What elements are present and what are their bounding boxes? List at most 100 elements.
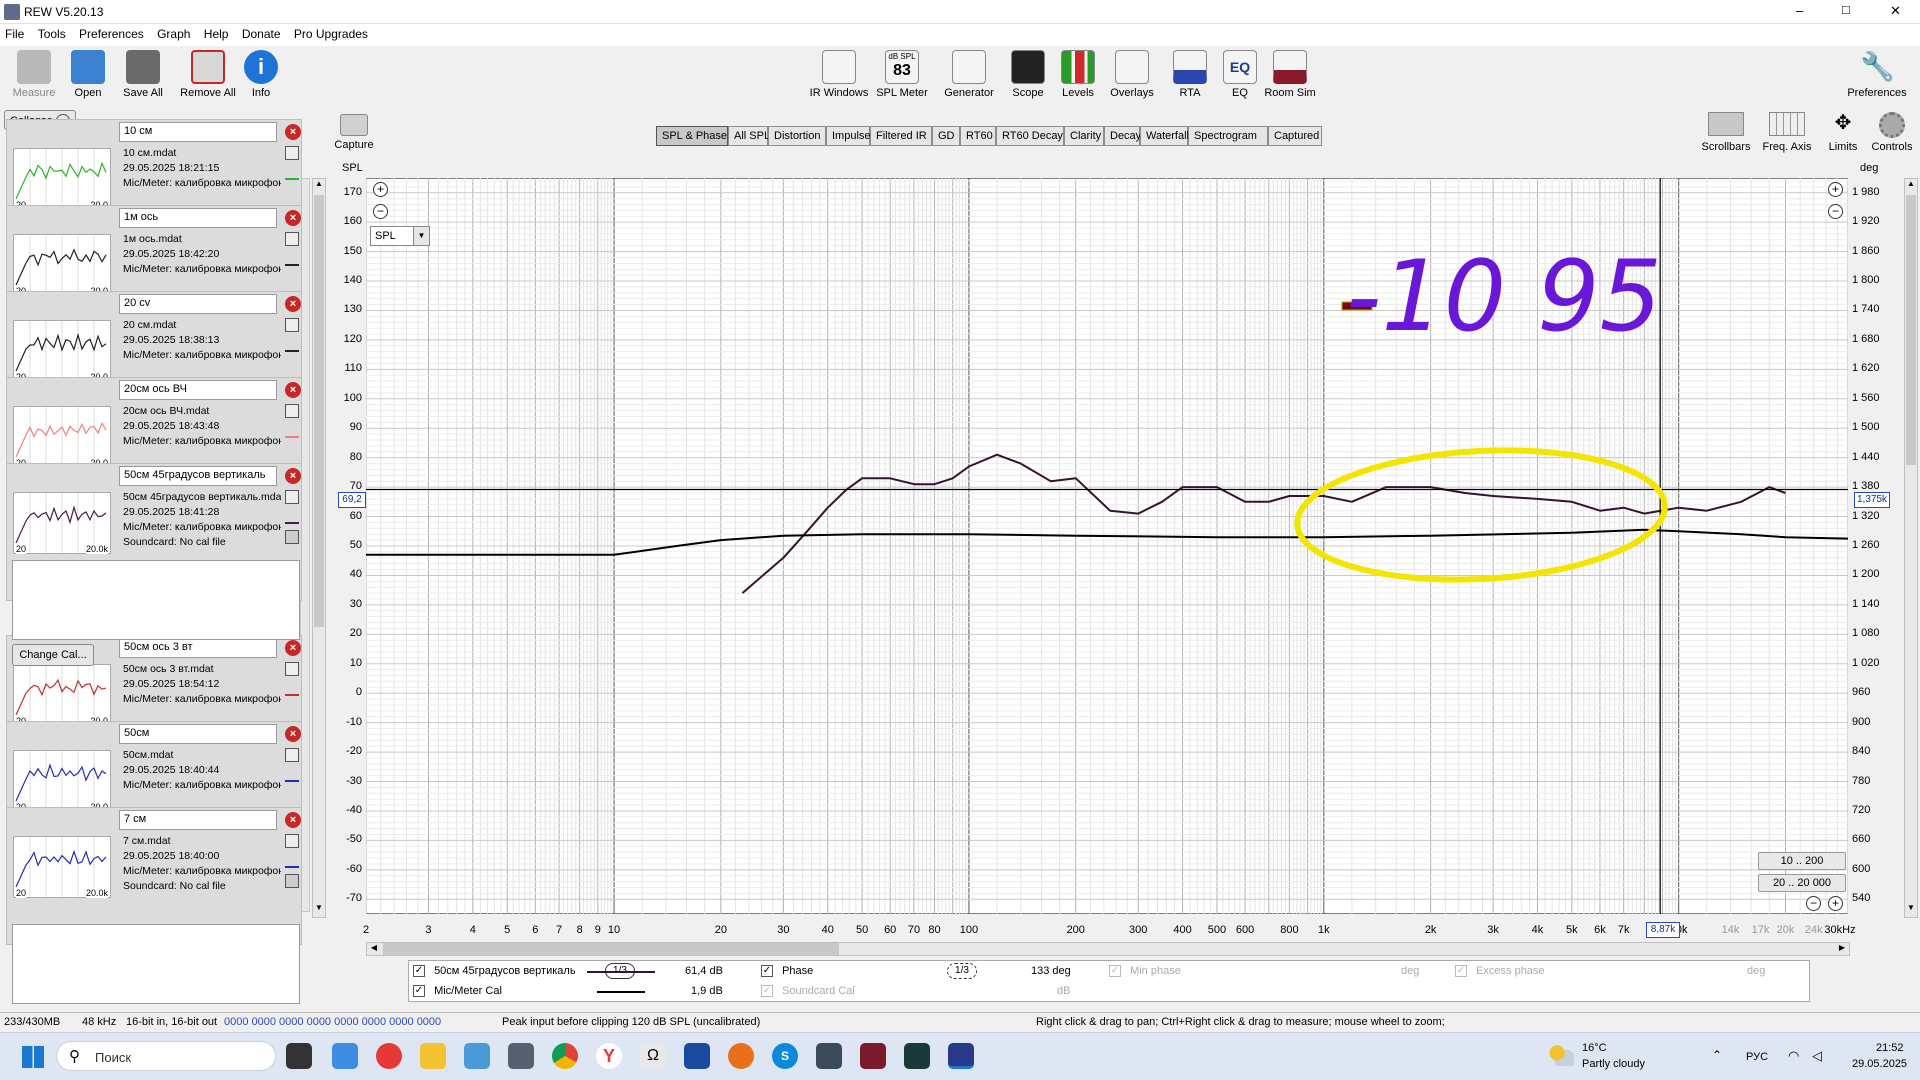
scroll-up-icon[interactable]: ▲ bbox=[313, 179, 325, 193]
clock-time[interactable]: 21:52 bbox=[1876, 1042, 1904, 1054]
measurement-settings-icon[interactable] bbox=[285, 748, 299, 762]
yandex-browser-icon[interactable] bbox=[376, 1043, 402, 1069]
task-view-icon[interactable] bbox=[286, 1043, 312, 1069]
character-map-icon[interactable]: Ω bbox=[640, 1043, 666, 1069]
tab-all-spl[interactable]: All SPL bbox=[728, 126, 770, 146]
right-vertical-scrollbar[interactable]: ▲ ▼ bbox=[1904, 178, 1918, 918]
measurement-settings-icon[interactable] bbox=[285, 834, 299, 848]
cal-file-icon[interactable] bbox=[285, 874, 299, 888]
skype-icon[interactable]: S bbox=[772, 1043, 798, 1069]
file-explorer-icon[interactable] bbox=[420, 1043, 446, 1069]
measurement-thumbnail[interactable]: 20 20.0k bbox=[13, 492, 111, 554]
min-phase-checkbox[interactable]: ✓ bbox=[1109, 965, 1121, 978]
scroll-right-icon[interactable]: ▶ bbox=[1835, 943, 1849, 955]
zoom-in-y-right-icon[interactable]: + bbox=[1828, 182, 1843, 197]
line-style-icon[interactable] bbox=[285, 510, 299, 524]
measurement-thumbnail[interactable]: 2020.0 bbox=[13, 320, 111, 382]
measurement-thumbnail[interactable]: 2020.0 bbox=[13, 664, 111, 726]
rew-taskbar-icon[interactable] bbox=[948, 1043, 974, 1069]
measure-button[interactable]: Measure bbox=[10, 50, 58, 99]
measurement-thumbnail[interactable]: 2020.0 bbox=[13, 234, 111, 296]
tab-gd[interactable]: GD bbox=[932, 126, 960, 146]
levels-button[interactable]: Levels bbox=[1058, 50, 1098, 99]
measurement-thumbnail[interactable]: 2020.0 bbox=[13, 148, 111, 210]
tab-distortion[interactable]: Distortion bbox=[768, 126, 826, 146]
excess-phase-checkbox[interactable]: ✓ bbox=[1455, 965, 1467, 978]
measurement-settings-icon[interactable] bbox=[285, 490, 299, 504]
close-button[interactable]: ✕ bbox=[1890, 3, 1901, 19]
remove-measurement-icon[interactable]: × bbox=[285, 210, 301, 226]
terminal-icon[interactable] bbox=[904, 1043, 930, 1069]
measurement-thumbnail[interactable]: 2020.0 bbox=[13, 750, 111, 812]
tab-captured[interactable]: Captured bbox=[1268, 126, 1322, 146]
change-cal-button[interactable]: Change Cal... bbox=[12, 644, 94, 666]
range-10-200-button[interactable]: 10 .. 200 bbox=[1758, 852, 1846, 870]
measurement-name-field[interactable]: 1м ось bbox=[119, 208, 277, 228]
info-button[interactable]: i Info bbox=[244, 50, 278, 99]
wifi-icon[interactable]: ◠ bbox=[1788, 1048, 1799, 1064]
menu-preferences[interactable]: Preferences bbox=[74, 24, 149, 41]
tray-chevron-icon[interactable]: ⌃ bbox=[1712, 1048, 1722, 1062]
menu-tools[interactable]: Tools bbox=[33, 24, 71, 41]
remove-measurement-icon[interactable]: × bbox=[285, 726, 301, 742]
generator-button[interactable]: Generator bbox=[938, 50, 1000, 99]
line-style-icon[interactable] bbox=[285, 854, 299, 868]
range-20-20000-button[interactable]: 20 .. 20 000 bbox=[1758, 874, 1846, 892]
measurement-settings-icon[interactable] bbox=[285, 318, 299, 332]
notes-icon[interactable] bbox=[684, 1043, 710, 1069]
audio-app-icon[interactable] bbox=[860, 1043, 886, 1069]
rta-button[interactable]: RTA bbox=[1172, 50, 1208, 99]
scroll-left-icon[interactable]: ◀ bbox=[367, 943, 381, 955]
measurement-name-field[interactable]: 20см ось ВЧ bbox=[119, 380, 277, 400]
line-style-icon[interactable] bbox=[285, 252, 299, 266]
remove-measurement-icon[interactable]: × bbox=[285, 296, 301, 312]
chrome-icon[interactable] bbox=[552, 1043, 578, 1069]
photos-icon[interactable] bbox=[464, 1043, 490, 1069]
tab-rt60-decay[interactable]: RT60 Decay bbox=[996, 126, 1064, 146]
remove-measurement-icon[interactable]: × bbox=[285, 124, 301, 140]
zoom-in-x-icon[interactable]: + bbox=[1828, 896, 1843, 911]
soundcard-cal-checkbox[interactable]: ✓ bbox=[761, 985, 773, 998]
line-style-icon[interactable] bbox=[285, 682, 299, 696]
widgets-icon[interactable] bbox=[332, 1043, 358, 1069]
cal-file-icon[interactable] bbox=[285, 530, 299, 544]
measurement-name-field[interactable]: 50см ось 3 вт bbox=[119, 638, 277, 658]
tab-spectrogram[interactable]: Spectrogram bbox=[1188, 126, 1268, 146]
controls-button[interactable]: Controls bbox=[1866, 112, 1918, 153]
zoom-out-y-right-icon[interactable]: − bbox=[1828, 204, 1843, 219]
spl-phase-chart[interactable]: -10 95 bbox=[366, 178, 1848, 914]
scope-button[interactable]: Scope bbox=[1010, 50, 1046, 99]
volume-icon[interactable]: ◁ bbox=[1812, 1048, 1822, 1064]
scrollbars-button[interactable]: Scrollbars bbox=[1696, 112, 1756, 153]
spl-meter-button[interactable]: dB SPL 83 SPL Meter bbox=[876, 50, 928, 99]
scroll-down-icon[interactable]: ▼ bbox=[1905, 903, 1917, 917]
calculator-icon[interactable] bbox=[508, 1043, 534, 1069]
menu-help[interactable]: Help bbox=[199, 24, 234, 41]
capture-button[interactable]: Capture bbox=[334, 114, 374, 151]
preferences-button[interactable]: 🔧 Preferences bbox=[1844, 50, 1910, 99]
left-vertical-scrollbar[interactable]: ▲ ▼ bbox=[312, 178, 326, 918]
menu-pro-upgrades[interactable]: Pro Upgrades bbox=[289, 24, 373, 41]
horizontal-scrollbar[interactable]: ◀ ▶ bbox=[366, 942, 1850, 956]
measurement-settings-icon[interactable] bbox=[285, 146, 299, 160]
tab-rt60[interactable]: RT60 bbox=[960, 126, 996, 146]
measurement-settings-icon[interactable] bbox=[285, 404, 299, 418]
zoom-out-y-icon[interactable]: − bbox=[373, 204, 388, 219]
remove-measurement-icon[interactable]: × bbox=[285, 468, 301, 484]
taskbar-search[interactable]: ⚲ Поиск bbox=[56, 1041, 276, 1071]
measurement-thumbnail[interactable]: 20 20.0k bbox=[13, 836, 111, 898]
yandex-icon[interactable]: Y bbox=[596, 1043, 622, 1069]
clock-date[interactable]: 29.05.2025 bbox=[1852, 1058, 1907, 1070]
scroll-up-icon[interactable]: ▲ bbox=[1905, 179, 1917, 193]
remove-measurement-icon[interactable]: × bbox=[285, 382, 301, 398]
minimize-button[interactable]: – bbox=[1796, 3, 1803, 18]
axis-select[interactable]: SPL ▼ bbox=[370, 226, 430, 246]
remove-all-button[interactable]: Remove All bbox=[178, 50, 238, 99]
ir-windows-button[interactable]: IR Windows bbox=[808, 50, 870, 99]
line-style-icon[interactable] bbox=[285, 424, 299, 438]
menu-donate[interactable]: Donate bbox=[237, 24, 286, 41]
remove-measurement-icon[interactable]: × bbox=[285, 812, 301, 828]
line-style-icon[interactable] bbox=[285, 166, 299, 180]
windows-start-icon[interactable] bbox=[22, 1046, 44, 1068]
tab-filtered-ir[interactable]: Filtered IR bbox=[870, 126, 932, 146]
